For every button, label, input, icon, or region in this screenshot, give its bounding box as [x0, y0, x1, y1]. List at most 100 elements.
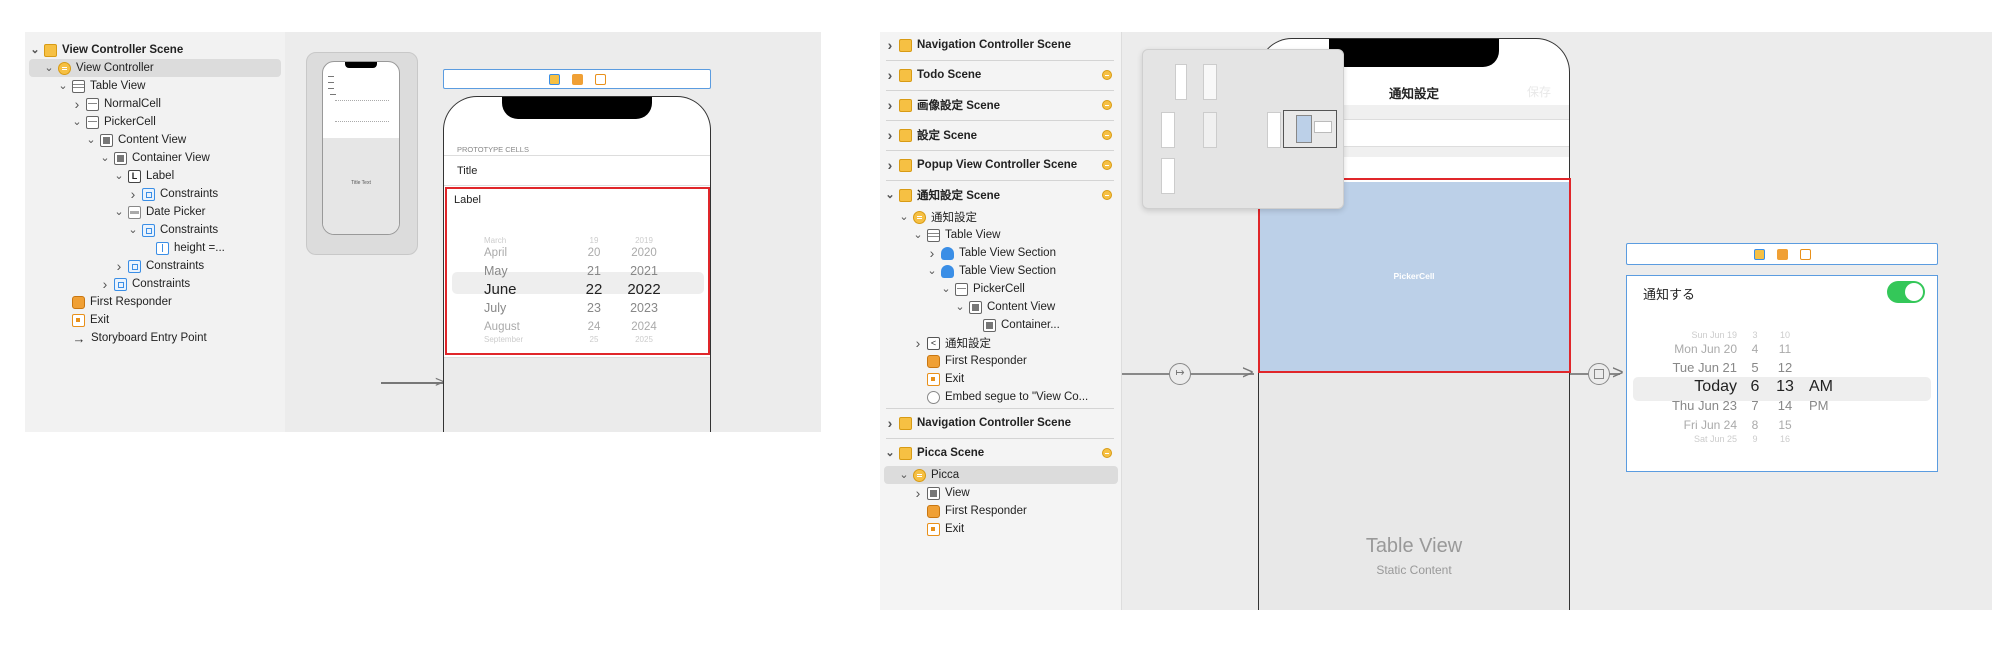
- right-storyboard-canvas[interactable]: 通知設定 保存 PickerCell Table View Static Con…: [1122, 32, 1992, 610]
- outline-item-label: Table View: [945, 229, 1001, 241]
- outline-item[interactable]: ⌄ 通知設定 Scene: [880, 186, 1121, 204]
- outline-item[interactable]: › Constraints: [25, 185, 285, 203]
- segue-icon[interactable]: ↦: [1169, 363, 1191, 385]
- outline-item[interactable]: Exit: [25, 311, 285, 329]
- outline-item[interactable]: First Responder: [880, 502, 1121, 520]
- outline-item[interactable]: Container...: [880, 316, 1121, 334]
- outline-item[interactable]: › View: [880, 484, 1121, 502]
- outline-item[interactable]: → Storyboard Entry Point: [25, 329, 285, 347]
- outline-item-label: Content View: [987, 301, 1056, 313]
- outline-item[interactable]: ⌄ Picca Scene: [880, 444, 1121, 462]
- outline-item[interactable]: › Popup View Controller Scene: [880, 156, 1121, 174]
- picca-view[interactable]: 通知する Sun Jun 19 3 10 Mon Jun 20 4 11 Tue Jun 2…: [1626, 275, 1938, 472]
- first-responder-dock-icon[interactable]: [571, 73, 583, 85]
- date-picker-row[interactable]: Today 6 13 AM: [1627, 377, 1937, 396]
- exit-dock-icon[interactable]: [594, 73, 606, 85]
- disclosure-expanded-icon[interactable]: ⌄: [99, 153, 111, 164]
- outline-item[interactable]: › Navigation Controller Scene: [880, 36, 1121, 54]
- outline-item[interactable]: › Constraints: [25, 257, 285, 275]
- outline-item[interactable]: › < 通知設定: [880, 334, 1121, 352]
- first-responder-dock-icon[interactable]: [1776, 248, 1788, 260]
- exit-dock-icon[interactable]: [1799, 248, 1811, 260]
- disclosure-expanded-icon[interactable]: ⌄: [940, 284, 952, 295]
- scene-dock[interactable]: [443, 69, 711, 89]
- outline-item[interactable]: ⌄ Date Picker: [25, 203, 285, 221]
- outline-item[interactable]: ⌄ PickerCell: [25, 113, 285, 131]
- outline-item[interactable]: First Responder: [25, 293, 285, 311]
- outline-item[interactable]: ⌄ Picca: [884, 466, 1118, 484]
- outline-item[interactable]: › 画像設定 Scene: [880, 96, 1121, 114]
- outline-item[interactable]: ⌄ Container View: [25, 149, 285, 167]
- outline-item[interactable]: ⌄ PickerCell: [880, 280, 1121, 298]
- title-cell[interactable]: Title: [457, 165, 477, 177]
- storyboard-minimap[interactable]: [1142, 49, 1344, 209]
- outline-item-label: Constraints: [160, 188, 219, 200]
- disclosure-collapsed-icon[interactable]: ›: [884, 415, 896, 431]
- disclosure-collapsed-icon[interactable]: ›: [71, 96, 83, 112]
- disclosure-collapsed-icon[interactable]: ›: [884, 127, 896, 143]
- view-controller-dock-icon[interactable]: [548, 73, 560, 85]
- disclosure-expanded-icon[interactable]: ⌄: [898, 212, 910, 223]
- disclosure-collapsed-icon[interactable]: ›: [99, 276, 111, 292]
- outline-item[interactable]: ⌄ Table View: [880, 226, 1121, 244]
- outline-item[interactable]: Exit: [880, 520, 1121, 538]
- storyboard-entry-arrow[interactable]: [381, 382, 443, 384]
- disclosure-expanded-icon[interactable]: ⌄: [29, 45, 41, 56]
- disclosure-expanded-icon[interactable]: ⌄: [884, 448, 896, 459]
- disclosure-collapsed-icon[interactable]: ›: [926, 245, 938, 261]
- scene-thumbnail[interactable]: Title Text: [306, 52, 418, 255]
- outline-item[interactable]: ⌄ 通知設定: [880, 208, 1121, 226]
- disclosure-expanded-icon[interactable]: ⌄: [43, 63, 55, 74]
- outline-item[interactable]: Embed segue to "View Co...: [880, 388, 1121, 406]
- disclosure-collapsed-icon[interactable]: ›: [884, 97, 896, 113]
- date-picker-row[interactable]: Sat Jun 25 9 16: [1627, 429, 1937, 448]
- outline-item[interactable]: Exit: [880, 370, 1121, 388]
- disclosure-expanded-icon[interactable]: ⌄: [884, 190, 896, 201]
- disclosure-collapsed-icon[interactable]: ›: [912, 335, 924, 351]
- notify-toggle[interactable]: [1887, 281, 1925, 303]
- outline-item[interactable]: ⌄ Table View: [25, 77, 285, 95]
- disclosure-expanded-icon[interactable]: ⌄: [85, 135, 97, 146]
- date-picker-row[interactable]: Mon Jun 20 4 11: [1627, 339, 1937, 358]
- disclosure-expanded-icon[interactable]: ⌄: [926, 266, 938, 277]
- outline-item-label: 通知設定 Scene: [917, 190, 1001, 202]
- date-picker-row[interactable]: Tue Jun 21 5 12: [1627, 358, 1937, 377]
- outline-item[interactable]: ⌄ View Controller Scene: [25, 41, 285, 59]
- outline-item[interactable]: › Table View Section: [880, 244, 1121, 262]
- outline-item[interactable]: ⌄ L Label: [25, 167, 285, 185]
- picca-scene-dock[interactable]: [1626, 243, 1938, 265]
- view-controller-dock-icon[interactable]: [1753, 248, 1765, 260]
- minimap-viewport[interactable]: [1283, 110, 1337, 148]
- disclosure-expanded-icon[interactable]: ⌄: [113, 171, 125, 182]
- disclosure-collapsed-icon[interactable]: ›: [884, 67, 896, 83]
- save-button[interactable]: 保存: [1527, 83, 1551, 100]
- disclosure-collapsed-icon[interactable]: ›: [912, 485, 924, 501]
- disclosure-collapsed-icon[interactable]: ›: [113, 258, 125, 274]
- disclosure-expanded-icon[interactable]: ⌄: [113, 207, 125, 218]
- disclosure-expanded-icon[interactable]: ⌄: [912, 230, 924, 241]
- outline-item[interactable]: height =...: [25, 239, 285, 257]
- outline-item[interactable]: First Responder: [880, 352, 1121, 370]
- outline-item[interactable]: ⌄ View Controller: [29, 59, 281, 77]
- disclosure-collapsed-icon[interactable]: ›: [127, 186, 139, 202]
- outline-item[interactable]: › Todo Scene: [880, 66, 1121, 84]
- left-storyboard-canvas[interactable]: Title Text > PROTOTYPE CELLS Title Label…: [285, 32, 821, 432]
- disclosure-expanded-icon[interactable]: ⌄: [127, 225, 139, 236]
- disclosure-expanded-icon[interactable]: ⌄: [71, 117, 83, 128]
- outline-item[interactable]: › Navigation Controller Scene: [880, 414, 1121, 432]
- outline-item[interactable]: ⌄ Content View: [880, 298, 1121, 316]
- disclosure-expanded-icon[interactable]: ⌄: [898, 470, 910, 481]
- outline-item[interactable]: › Constraints: [25, 275, 285, 293]
- disclosure-collapsed-icon[interactable]: ›: [884, 37, 896, 53]
- date-picker-row[interactable]: Thu Jun 23 7 14 PM: [1627, 396, 1937, 415]
- outline-item[interactable]: › 設定 Scene: [880, 126, 1121, 144]
- outline-item-label: NormalCell: [104, 98, 161, 110]
- outline-item[interactable]: ⌄ Table View Section: [880, 262, 1121, 280]
- disclosure-expanded-icon[interactable]: ⌄: [57, 81, 69, 92]
- outline-item[interactable]: ⌄ Constraints: [25, 221, 285, 239]
- disclosure-expanded-icon[interactable]: ⌄: [954, 302, 966, 313]
- disclosure-collapsed-icon[interactable]: ›: [884, 157, 896, 173]
- right-date-picker[interactable]: Sun Jun 19 3 10 Mon Jun 20 4 11 Tue Jun 21 5 12 T…: [1627, 320, 1937, 460]
- outline-item[interactable]: ⌄ Content View: [25, 131, 285, 149]
- outline-item[interactable]: › NormalCell: [25, 95, 285, 113]
